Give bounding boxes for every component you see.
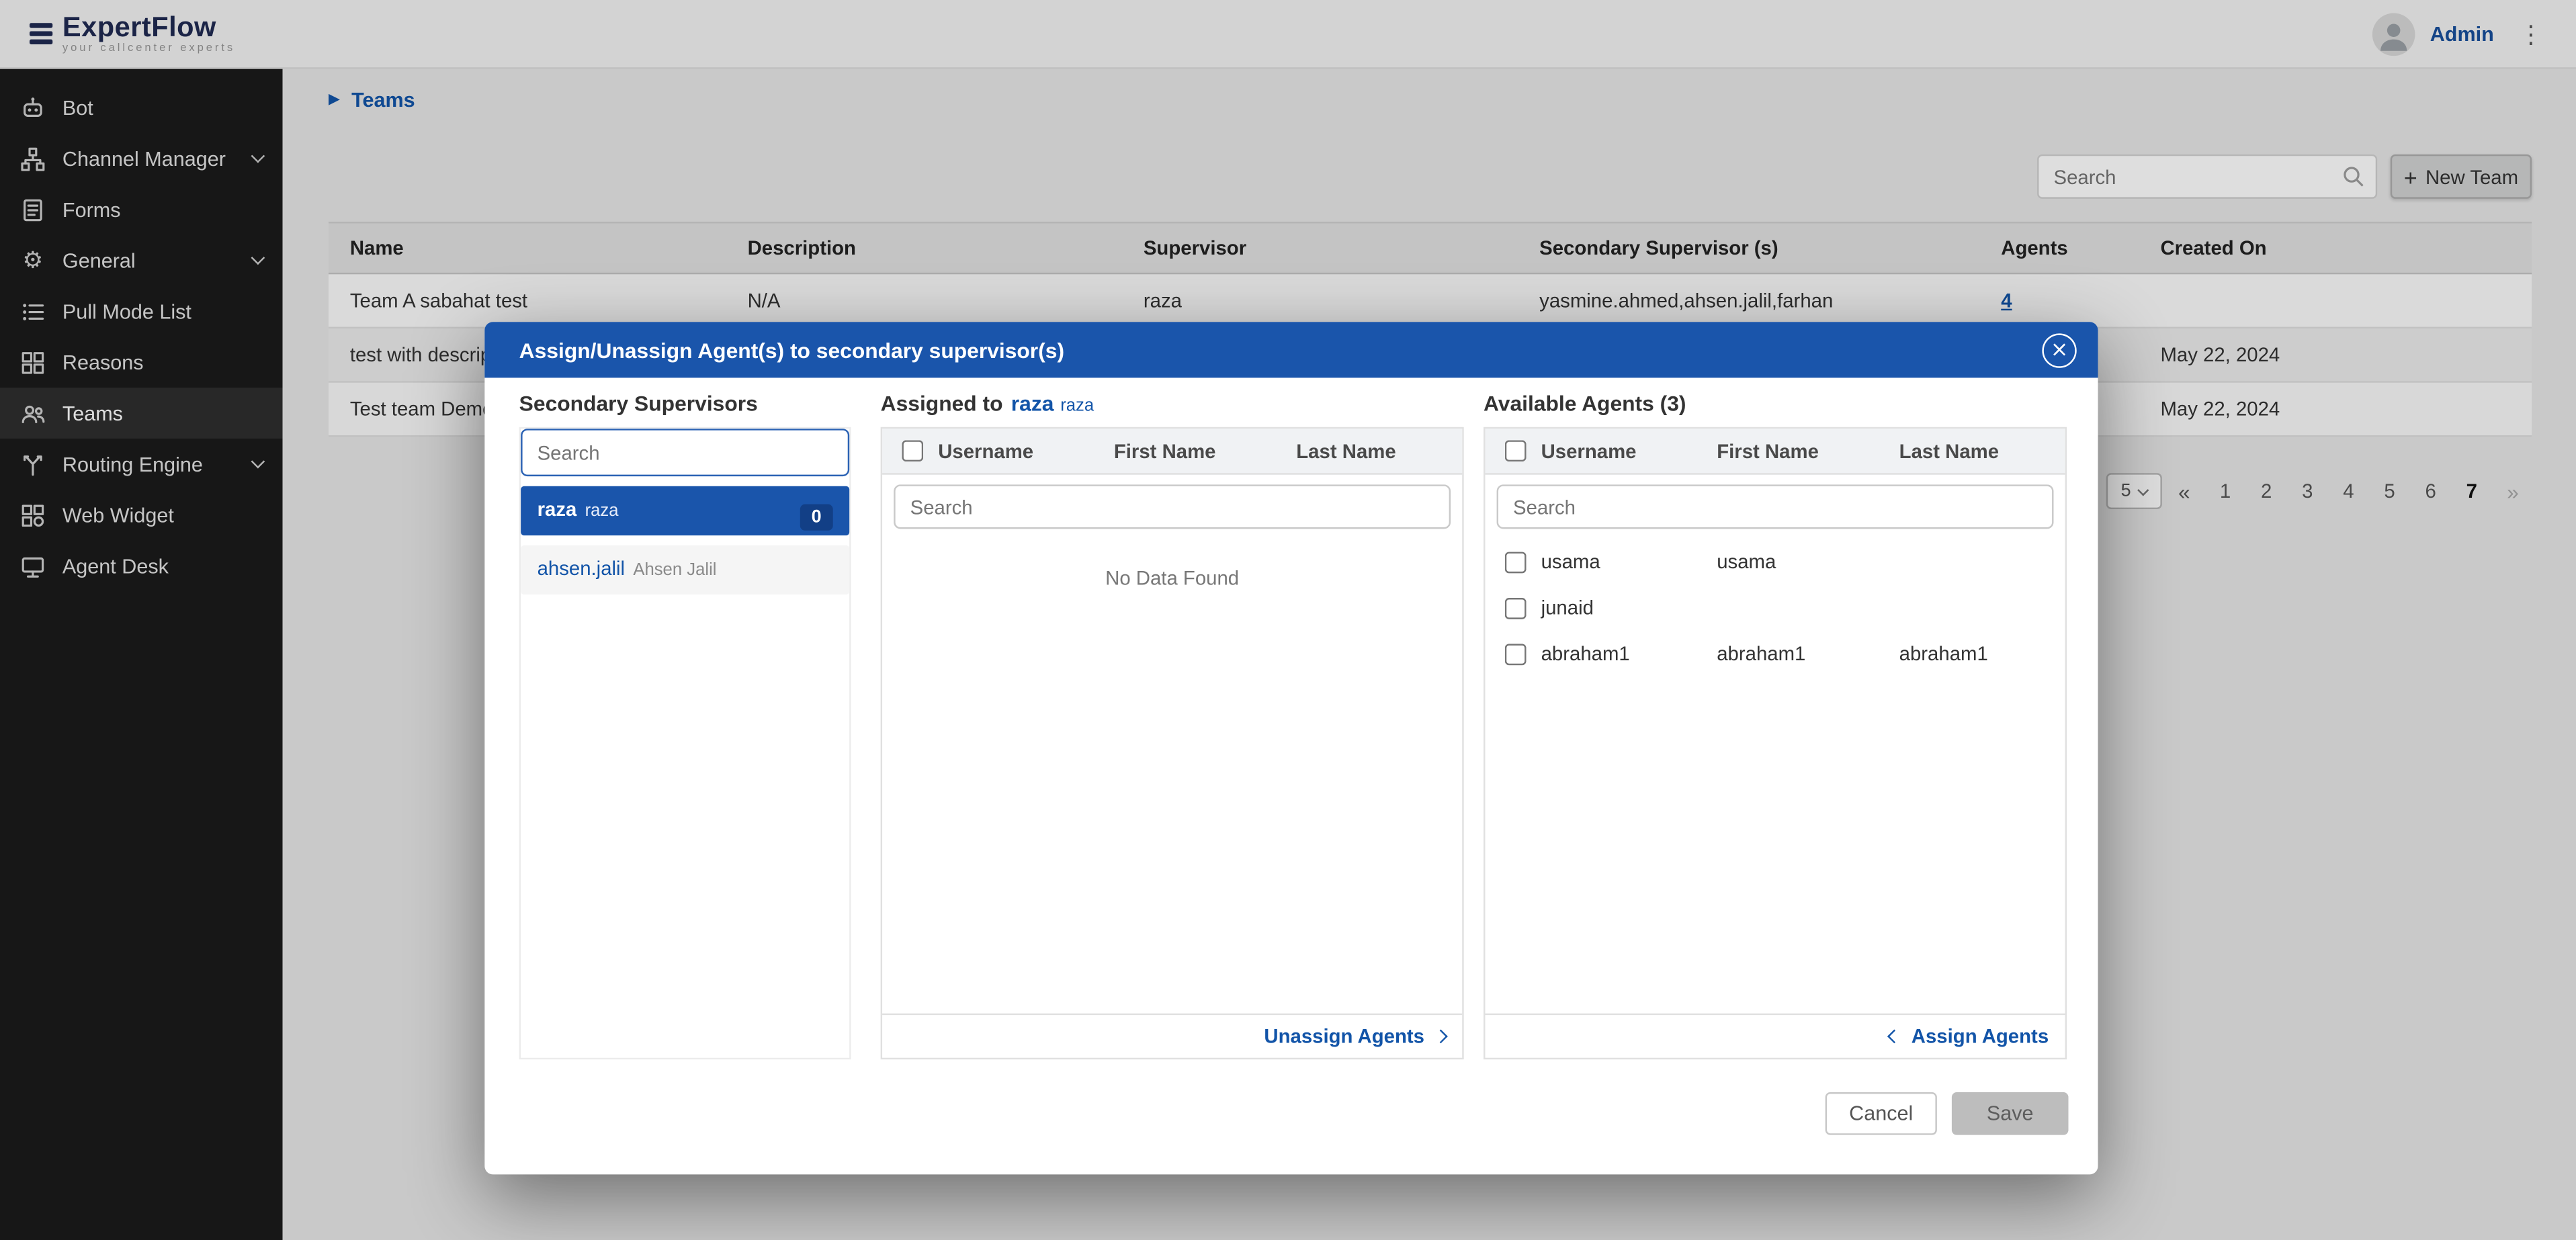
agent-row[interactable]: usama usama xyxy=(1485,539,2065,584)
app-window: ExpertFlow your callcenter experts Admin… xyxy=(0,0,2576,1240)
assigned-supervisor-fullname: raza xyxy=(1060,396,1094,415)
agent-row[interactable]: junaid xyxy=(1485,584,2065,630)
dialog-body: Secondary Supervisors Assigned torazaraz… xyxy=(484,378,2098,1174)
available-heading: Available Agents (3) xyxy=(1484,391,1686,416)
select-all-checkbox[interactable] xyxy=(1505,440,1527,461)
assigned-heading-prefix: Assigned to xyxy=(881,391,1003,416)
column-first-name: First Name xyxy=(1717,439,1899,462)
assigned-agents-panel: Username First Name Last Name No Data Fo… xyxy=(881,427,1464,1059)
close-button[interactable]: × xyxy=(2042,333,2076,367)
assign-agents-dialog: Assign/Unassign Agent(s) to secondary su… xyxy=(484,322,2098,1174)
dialog-title: Assign/Unassign Agent(s) to secondary su… xyxy=(519,337,1064,362)
available-grid-header: Username First Name Last Name xyxy=(1485,429,2065,474)
supervisor-fullname: Ahsen Jalil xyxy=(633,560,716,580)
supervisor-username: raza xyxy=(538,498,577,521)
column-first-name: First Name xyxy=(1114,439,1296,462)
agent-username: usama xyxy=(1541,550,1717,573)
agent-row[interactable]: abraham1 abraham1 abraham1 xyxy=(1485,631,2065,676)
assigned-heading: Assigned to raza raza xyxy=(881,391,1094,416)
agent-first-name: abraham1 xyxy=(1717,642,1899,665)
agent-username: junaid xyxy=(1541,596,1717,619)
assigned-grid-header: Username First Name Last Name xyxy=(882,429,1462,474)
assign-agents-label: Assign Agents xyxy=(1912,1025,2049,1048)
assigned-count-badge: 0 xyxy=(800,503,833,529)
agent-username: abraham1 xyxy=(1541,642,1717,665)
dialog-header: Assign/Unassign Agent(s) to secondary su… xyxy=(484,322,2098,378)
supervisor-fullname: raza xyxy=(585,501,619,521)
cancel-button[interactable]: Cancel xyxy=(1826,1092,1937,1135)
supervisors-heading: Secondary Supervisors xyxy=(519,391,758,416)
assigned-panel-footer: Unassign Agents xyxy=(882,1014,1462,1058)
column-username: Username xyxy=(1541,439,1717,462)
unassign-agents-label: Unassign Agents xyxy=(1264,1025,1424,1048)
agent-first-name: usama xyxy=(1717,550,1899,573)
agent-checkbox[interactable] xyxy=(1505,597,1527,619)
supervisor-list-item[interactable]: ahsen.jalil Ahsen Jalil xyxy=(521,545,849,594)
close-icon: × xyxy=(2051,337,2069,362)
agent-checkbox[interactable] xyxy=(1505,643,1527,664)
supervisor-username: ahsen.jalil xyxy=(538,557,626,580)
available-panel-footer: Assign Agents xyxy=(1485,1014,2065,1058)
assigned-supervisor-username: raza xyxy=(1011,391,1054,416)
no-data-message: No Data Found xyxy=(882,567,1462,590)
supervisors-search-input[interactable] xyxy=(521,429,849,476)
available-search-input[interactable] xyxy=(1497,484,2054,529)
chevron-left-icon xyxy=(1888,1030,1902,1044)
unassign-agents-button[interactable]: Unassign Agents xyxy=(1264,1025,1445,1048)
chevron-right-icon xyxy=(1434,1030,1448,1044)
agent-checkbox[interactable] xyxy=(1505,551,1527,572)
agent-last-name: abraham1 xyxy=(1899,642,2065,665)
column-username: Username xyxy=(938,439,1114,462)
supervisors-panel: raza raza 0 ahsen.jalil Ahsen Jalil xyxy=(519,427,851,1059)
column-last-name: Last Name xyxy=(1899,439,2065,462)
supervisor-list-item[interactable]: raza raza 0 xyxy=(521,486,849,535)
assigned-search-input[interactable] xyxy=(894,484,1451,529)
assign-agents-button[interactable]: Assign Agents xyxy=(1890,1025,2049,1048)
column-last-name: Last Name xyxy=(1296,439,1462,462)
dialog-footer: Cancel Save xyxy=(1826,1092,2069,1135)
available-agents-panel: Username First Name Last Name usama usam… xyxy=(1484,427,2067,1059)
save-button[interactable]: Save xyxy=(1952,1092,2069,1135)
select-all-checkbox[interactable] xyxy=(902,440,923,461)
